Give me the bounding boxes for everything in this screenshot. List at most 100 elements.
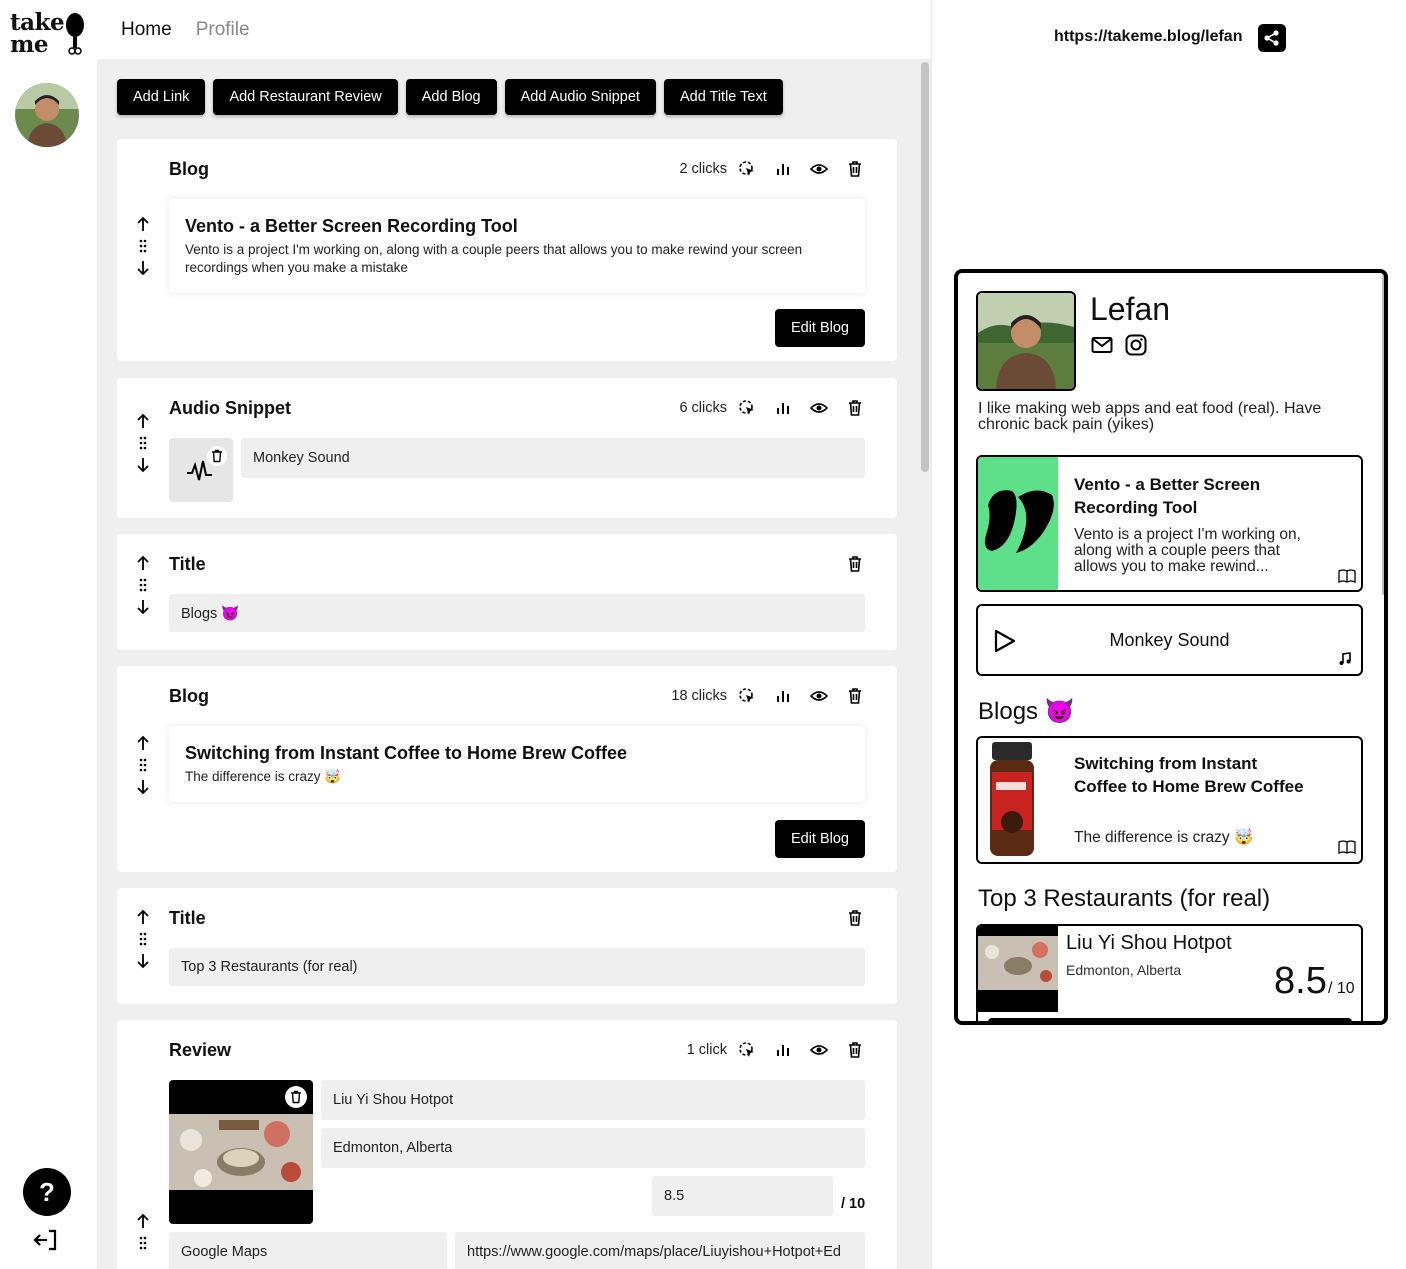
arrow-down-icon[interactable] bbox=[135, 952, 151, 970]
trash-icon[interactable] bbox=[845, 398, 865, 418]
reorder-controls bbox=[135, 1212, 151, 1256]
logo[interactable]: take me bbox=[10, 11, 65, 58]
share-button[interactable] bbox=[1258, 24, 1286, 52]
logout-icon[interactable] bbox=[32, 1228, 60, 1252]
arrow-down-icon[interactable] bbox=[135, 778, 151, 796]
trash-icon[interactable] bbox=[845, 908, 865, 928]
arrow-up-icon[interactable] bbox=[135, 412, 151, 430]
bar-chart-icon[interactable] bbox=[773, 398, 793, 418]
eye-icon[interactable] bbox=[809, 686, 829, 706]
preview-audio-card[interactable]: Monkey Sound bbox=[976, 604, 1363, 676]
audio-thumbnail[interactable] bbox=[169, 438, 233, 502]
arrow-up-icon[interactable] bbox=[135, 908, 151, 926]
nav-profile[interactable]: Profile bbox=[196, 19, 250, 41]
mail-icon[interactable] bbox=[1090, 333, 1114, 357]
drag-handle-icon[interactable] bbox=[135, 237, 151, 255]
arrow-up-icon[interactable] bbox=[135, 215, 151, 233]
arrow-down-icon[interactable] bbox=[135, 259, 151, 277]
click-cursor-icon bbox=[739, 400, 754, 415]
arrow-down-icon[interactable] bbox=[135, 598, 151, 616]
profile-name: Lefan bbox=[1090, 291, 1171, 327]
card-type-label: Title bbox=[169, 554, 206, 574]
card-actions: 2 clicks bbox=[679, 159, 865, 179]
instagram-icon[interactable] bbox=[1124, 333, 1148, 357]
reorder-controls bbox=[135, 908, 151, 970]
edit-blog-button[interactable]: Edit Blog bbox=[774, 309, 865, 347]
bar-chart-icon[interactable] bbox=[773, 686, 793, 706]
eye-icon[interactable] bbox=[809, 1040, 829, 1060]
blog-description: The difference is crazy 🤯 bbox=[185, 769, 342, 784]
title-card: Title Blogs 😈 bbox=[117, 534, 897, 650]
click-count: 6 clicks bbox=[679, 400, 727, 416]
preview-blog-title: Switching from Instant Coffee to Home Br… bbox=[1074, 754, 1304, 796]
score-suffix: / 10 bbox=[841, 1196, 866, 1212]
help-button[interactable]: ? bbox=[23, 1168, 71, 1216]
add-title-text-button[interactable]: Add Title Text bbox=[663, 79, 783, 115]
edit-blog-button[interactable]: Edit Blog bbox=[774, 820, 865, 858]
nav-home[interactable]: Home bbox=[121, 19, 172, 41]
trash-icon[interactable] bbox=[845, 1040, 865, 1060]
preview-heading: Top 3 Restaurants (for real) bbox=[978, 885, 1271, 912]
link-url-field[interactable]: https://www.google.com/maps/place/Liuyis… bbox=[455, 1232, 865, 1269]
drag-handle-icon[interactable] bbox=[135, 434, 151, 452]
review-card: Review 1 click Liu Yi Shou Hotpot Edmont… bbox=[117, 1020, 897, 1269]
card-type-label: Blog bbox=[169, 159, 209, 179]
drag-handle-icon[interactable] bbox=[135, 576, 151, 594]
preview-scrollbar[interactable] bbox=[1382, 275, 1384, 595]
review-photo[interactable] bbox=[169, 1080, 313, 1224]
arrow-down-icon[interactable] bbox=[135, 456, 151, 474]
profile-bio: I like making web apps and eat food (rea… bbox=[978, 400, 1322, 433]
preview-blog-title: Vento - a Better Screen Recording Tool bbox=[1074, 475, 1261, 517]
trash-icon[interactable] bbox=[845, 159, 865, 179]
add-blog-button[interactable]: Add Blog bbox=[405, 79, 497, 115]
audio-snippet-card: Audio Snippet 6 clicks Monkey Sound bbox=[117, 378, 897, 518]
blog-title: Switching from Instant Coffee to Home Br… bbox=[185, 743, 628, 763]
preview-review-card[interactable]: Liu Yi Shou Hotpot Edmonton, Alberta 8.5… bbox=[976, 924, 1363, 1021]
click-count: 1 click bbox=[686, 1042, 727, 1058]
hotpot-thumbnail bbox=[978, 926, 1058, 1012]
logo-line-2: me bbox=[10, 31, 48, 58]
preview-blog-card[interactable]: Vento - a Better Screen Recording Tool V… bbox=[976, 455, 1363, 592]
click-count: 2 clicks bbox=[679, 161, 727, 177]
arrow-up-icon[interactable] bbox=[135, 734, 151, 752]
editor-scrollbar[interactable] bbox=[921, 62, 929, 472]
blog-preview[interactable]: Vento - a Better Screen Recording Tool V… bbox=[169, 199, 865, 293]
trash-icon[interactable] bbox=[845, 554, 865, 574]
score-field[interactable]: 8.5 bbox=[652, 1176, 833, 1216]
drag-handle-icon[interactable] bbox=[135, 756, 151, 774]
card-type-label: Title bbox=[169, 908, 206, 928]
arrow-up-icon[interactable] bbox=[135, 1212, 151, 1230]
add-toolbar: Add Link Add Restaurant Review Add Blog … bbox=[117, 79, 783, 115]
eye-icon[interactable] bbox=[809, 159, 829, 179]
link-label-field[interactable]: Google Maps bbox=[169, 1232, 447, 1269]
preview-map-button[interactable] bbox=[988, 1018, 1352, 1021]
trash-icon[interactable] bbox=[285, 1086, 307, 1108]
reorder-controls bbox=[135, 734, 151, 796]
drag-handle-icon[interactable] bbox=[135, 930, 151, 948]
bar-chart-icon[interactable] bbox=[773, 159, 793, 179]
profile-url[interactable]: https://takeme.blog/lefan bbox=[1054, 28, 1242, 46]
audio-name-field[interactable]: Monkey Sound bbox=[241, 438, 865, 478]
add-restaurant-review-button[interactable]: Add Restaurant Review bbox=[213, 79, 398, 115]
add-link-button[interactable]: Add Link bbox=[117, 79, 206, 115]
title-text-field[interactable]: Blogs 😈 bbox=[169, 594, 865, 632]
title-text-field[interactable]: Top 3 Restaurants (for real) bbox=[169, 948, 865, 986]
preview-blog-card[interactable]: Switching from Instant Coffee to Home Br… bbox=[976, 736, 1363, 864]
arrow-up-icon[interactable] bbox=[135, 554, 151, 572]
restaurant-name-field[interactable]: Liu Yi Shou Hotpot bbox=[321, 1080, 865, 1120]
click-cursor-icon bbox=[739, 688, 754, 703]
social-links bbox=[1090, 333, 1148, 357]
title-card: Title Top 3 Restaurants (for real) bbox=[117, 888, 897, 1004]
avatar[interactable] bbox=[15, 83, 79, 147]
add-audio-snippet-button[interactable]: Add Audio Snippet bbox=[504, 79, 656, 115]
preview-heading: Blogs 😈 bbox=[978, 698, 1075, 725]
trash-icon[interactable] bbox=[845, 686, 865, 706]
click-count: 18 clicks bbox=[671, 688, 727, 704]
eye-icon[interactable] bbox=[809, 398, 829, 418]
drag-handle-icon[interactable] bbox=[135, 1234, 151, 1252]
trash-icon[interactable] bbox=[207, 446, 227, 466]
blog-preview[interactable]: Switching from Instant Coffee to Home Br… bbox=[169, 726, 865, 802]
card-actions: 1 click bbox=[687, 1040, 865, 1060]
bar-chart-icon[interactable] bbox=[773, 1040, 793, 1060]
restaurant-location-field[interactable]: Edmonton, Alberta bbox=[321, 1128, 865, 1168]
